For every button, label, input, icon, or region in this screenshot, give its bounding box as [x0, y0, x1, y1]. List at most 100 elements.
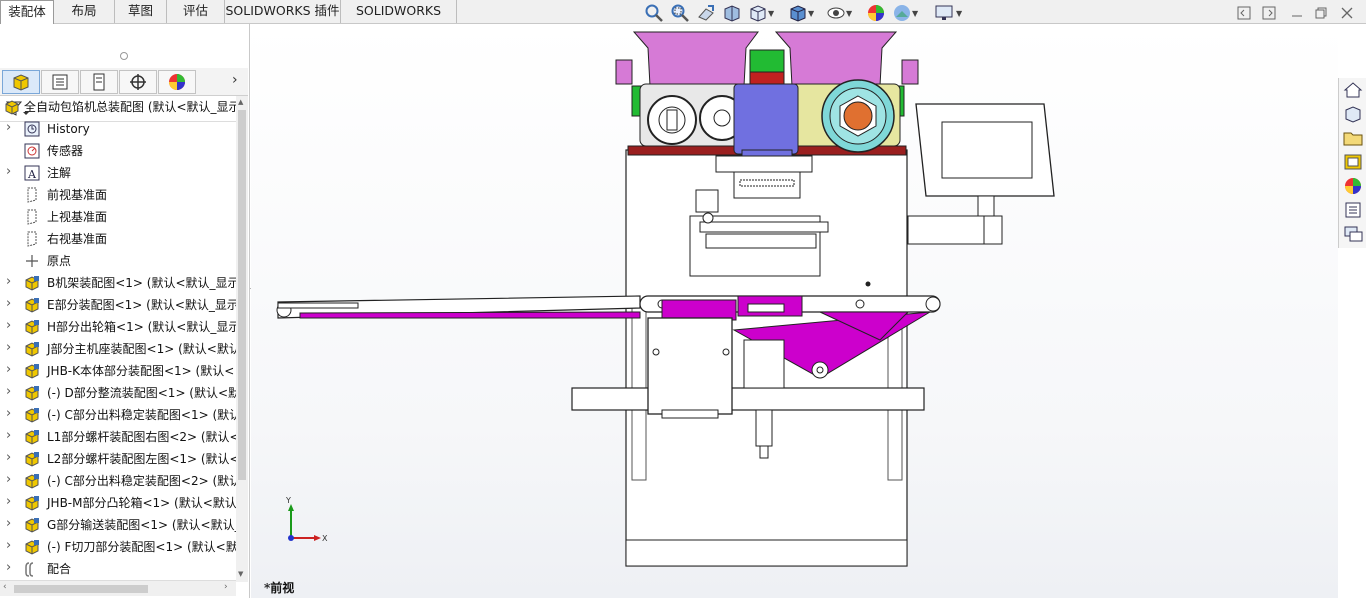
tree-item[interactable]: › 配合 [0, 558, 236, 580]
scroll-left-icon[interactable]: ‹ [3, 582, 7, 592]
expand-chevron-icon[interactable]: › [6, 558, 16, 578]
tree-root-assembly[interactable]: 全自动包馅机总装配图 (默认<默认_显示 [0, 96, 236, 118]
tree-item[interactable]: › L2部分螺杆装配图左图<1> (默认< [0, 448, 236, 470]
horizontal-scroll-thumb[interactable] [14, 585, 148, 593]
tree-item-label: 上视基准面 [47, 210, 108, 224]
assembly-icon [4, 99, 20, 115]
mates-icon [24, 561, 40, 577]
assembly-model[interactable] [251, 24, 1338, 598]
display-style-icon[interactable] [788, 3, 808, 23]
tree-item[interactable]: › L1部分螺杆装配图右图<2> (默认< [0, 426, 236, 448]
configurationmanager-tab[interactable] [80, 70, 118, 94]
tree-item[interactable]: 前视基准面 [0, 184, 236, 206]
view-settings-dropdown-icon[interactable]: ▼ [956, 9, 962, 18]
tree-item[interactable]: 原点 [0, 250, 236, 272]
panel-grip[interactable] [120, 52, 128, 60]
file-explorer-icon[interactable] [1342, 128, 1364, 148]
expand-chevron-icon[interactable]: › [6, 360, 16, 380]
subassembly-icon [24, 363, 40, 379]
scroll-right-icon[interactable]: › [224, 582, 228, 592]
section-view-icon[interactable] [722, 3, 742, 23]
restore-icon[interactable] [1314, 6, 1328, 20]
tree-item[interactable]: 传感器 [0, 140, 236, 162]
expand-chevron-icon[interactable]: › [6, 492, 16, 512]
vertical-scrollbar[interactable]: ▲ ▼ [236, 96, 248, 582]
scroll-up-icon[interactable]: ▲ [238, 98, 243, 106]
previous-view-icon[interactable] [696, 3, 716, 23]
tree-item[interactable]: › A 注解 [0, 162, 236, 184]
expand-chevron-icon[interactable]: › [6, 382, 16, 402]
tree-item[interactable]: › (-) C部分出料稳定装配图<1> (默认 [0, 404, 236, 426]
expand-chevron-icon[interactable]: › [6, 514, 16, 534]
tree-item[interactable]: › B机架装配图<1> (默认<默认_显示 [0, 272, 236, 294]
solidworks-resources-icon[interactable] [1342, 80, 1364, 100]
expand-chevron-icon[interactable]: › [6, 272, 16, 292]
expand-chevron-icon[interactable]: › [6, 536, 16, 556]
apply-scene-dropdown-icon[interactable]: ▼ [912, 9, 918, 18]
expand-chevron-icon[interactable]: › [6, 316, 16, 336]
tab-solidworks-mbd[interactable]: SOLIDWORKS MBD [341, 0, 457, 40]
expand-chevron-icon[interactable]: › [6, 448, 16, 468]
close-icon[interactable] [1340, 6, 1354, 20]
subassembly-icon [24, 297, 40, 313]
tree-item[interactable]: › E部分装配图<1> (默认<默认_显示 [0, 294, 236, 316]
scroll-down-icon[interactable]: ▼ [238, 570, 243, 578]
graphics-area[interactable]: Y X [251, 24, 1338, 598]
appearances-icon[interactable] [1342, 176, 1364, 196]
horizontal-scrollbar[interactable]: ‹ › [0, 580, 236, 596]
edit-appearance-icon[interactable] [866, 3, 886, 23]
tree-item[interactable]: 右视基准面 [0, 228, 236, 250]
tree-item[interactable]: › JHB-M部分凸轮箱<1> (默认<默认 [0, 492, 236, 514]
tab-sketch[interactable]: 草图 [115, 0, 167, 23]
vertical-scroll-thumb[interactable] [238, 110, 246, 480]
tree-item-label: 全自动包馅机总装配图 (默认<默认_显示 [24, 100, 236, 114]
expand-chevron-icon[interactable]: › [6, 404, 16, 424]
tile-right-icon[interactable] [1262, 6, 1276, 20]
tab-solidworks-addins[interactable]: SOLIDWORKS 插件 [225, 0, 341, 23]
expand-chevron-icon[interactable]: › [6, 338, 16, 358]
display-style-dropdown-icon[interactable]: ▼ [808, 9, 814, 18]
featuremanager-tab[interactable] [2, 70, 40, 94]
displaymanager-tab[interactable] [158, 70, 196, 94]
tree-item[interactable]: › History [0, 118, 236, 140]
tree-item[interactable]: › J部分主机座装配图<1> (默认<默认 [0, 338, 236, 360]
tab-assembly[interactable]: 装配体 [0, 0, 54, 24]
panel-tab-strip: › [0, 68, 248, 96]
apply-scene-icon[interactable] [892, 3, 912, 23]
custom-properties-icon[interactable] [1342, 200, 1364, 220]
tree-item[interactable]: 上视基准面 [0, 206, 236, 228]
tab-evaluate[interactable]: 评估 [167, 0, 225, 23]
tree-item-label: G部分输送装配图<1> (默认<默认_ [47, 518, 236, 532]
tree-item[interactable]: › JHB-K本体部分装配图<1> (默认< [0, 360, 236, 382]
tree-item[interactable]: › H部分出轮箱<1> (默认<默认_显示 [0, 316, 236, 338]
command-manager-tabs: 装配体 布局 草图 评估 SOLIDWORKS 插件 SOLIDWORKS MB… [0, 0, 1366, 40]
tile-left-icon[interactable] [1237, 6, 1251, 20]
expand-chevron-icon[interactable]: › [6, 162, 16, 182]
view-orientation-dropdown-icon[interactable]: ▼ [768, 9, 774, 18]
tab-layout[interactable]: 布局 [54, 0, 115, 23]
expand-chevron-icon[interactable]: › [6, 118, 16, 138]
dimxpertmanager-tab[interactable] [119, 70, 157, 94]
view-orientation-icon[interactable] [748, 3, 768, 23]
tree-item[interactable]: › (-) D部分整流装配图<1> (默认<默 [0, 382, 236, 404]
propertymanager-tab[interactable] [41, 70, 79, 94]
view-settings-icon[interactable] [934, 3, 954, 23]
expand-chevron-icon[interactable]: › [6, 294, 16, 314]
tree-item[interactable]: › (-) C部分出料稳定装配图<2> (默认 [0, 470, 236, 492]
expand-chevron-icon[interactable]: › [6, 470, 16, 490]
hide-show-items-icon[interactable] [826, 3, 846, 23]
expand-chevron-icon[interactable]: › [6, 426, 16, 446]
design-library-icon[interactable] [1342, 104, 1364, 124]
chevron-right-icon[interactable]: › [232, 72, 238, 88]
tree-item-label: 配合 [47, 562, 72, 576]
zoom-to-area-icon[interactable] [670, 3, 690, 23]
tree-item-label: E部分装配图<1> (默认<默认_显示 [47, 298, 236, 312]
tree-item-label: (-) C部分出料稳定装配图<1> (默认 [47, 408, 236, 422]
zoom-to-fit-icon[interactable] [644, 3, 664, 23]
tree-item[interactable]: › G部分输送装配图<1> (默认<默认_ [0, 514, 236, 536]
minimize-icon[interactable] [1290, 6, 1304, 20]
tree-item[interactable]: › (-) F切刀部分装配图<1> (默认<默 [0, 536, 236, 558]
view-palette-icon[interactable] [1342, 152, 1364, 172]
solidworks-forum-icon[interactable] [1342, 224, 1364, 244]
hide-show-dropdown-icon[interactable]: ▼ [846, 9, 852, 18]
